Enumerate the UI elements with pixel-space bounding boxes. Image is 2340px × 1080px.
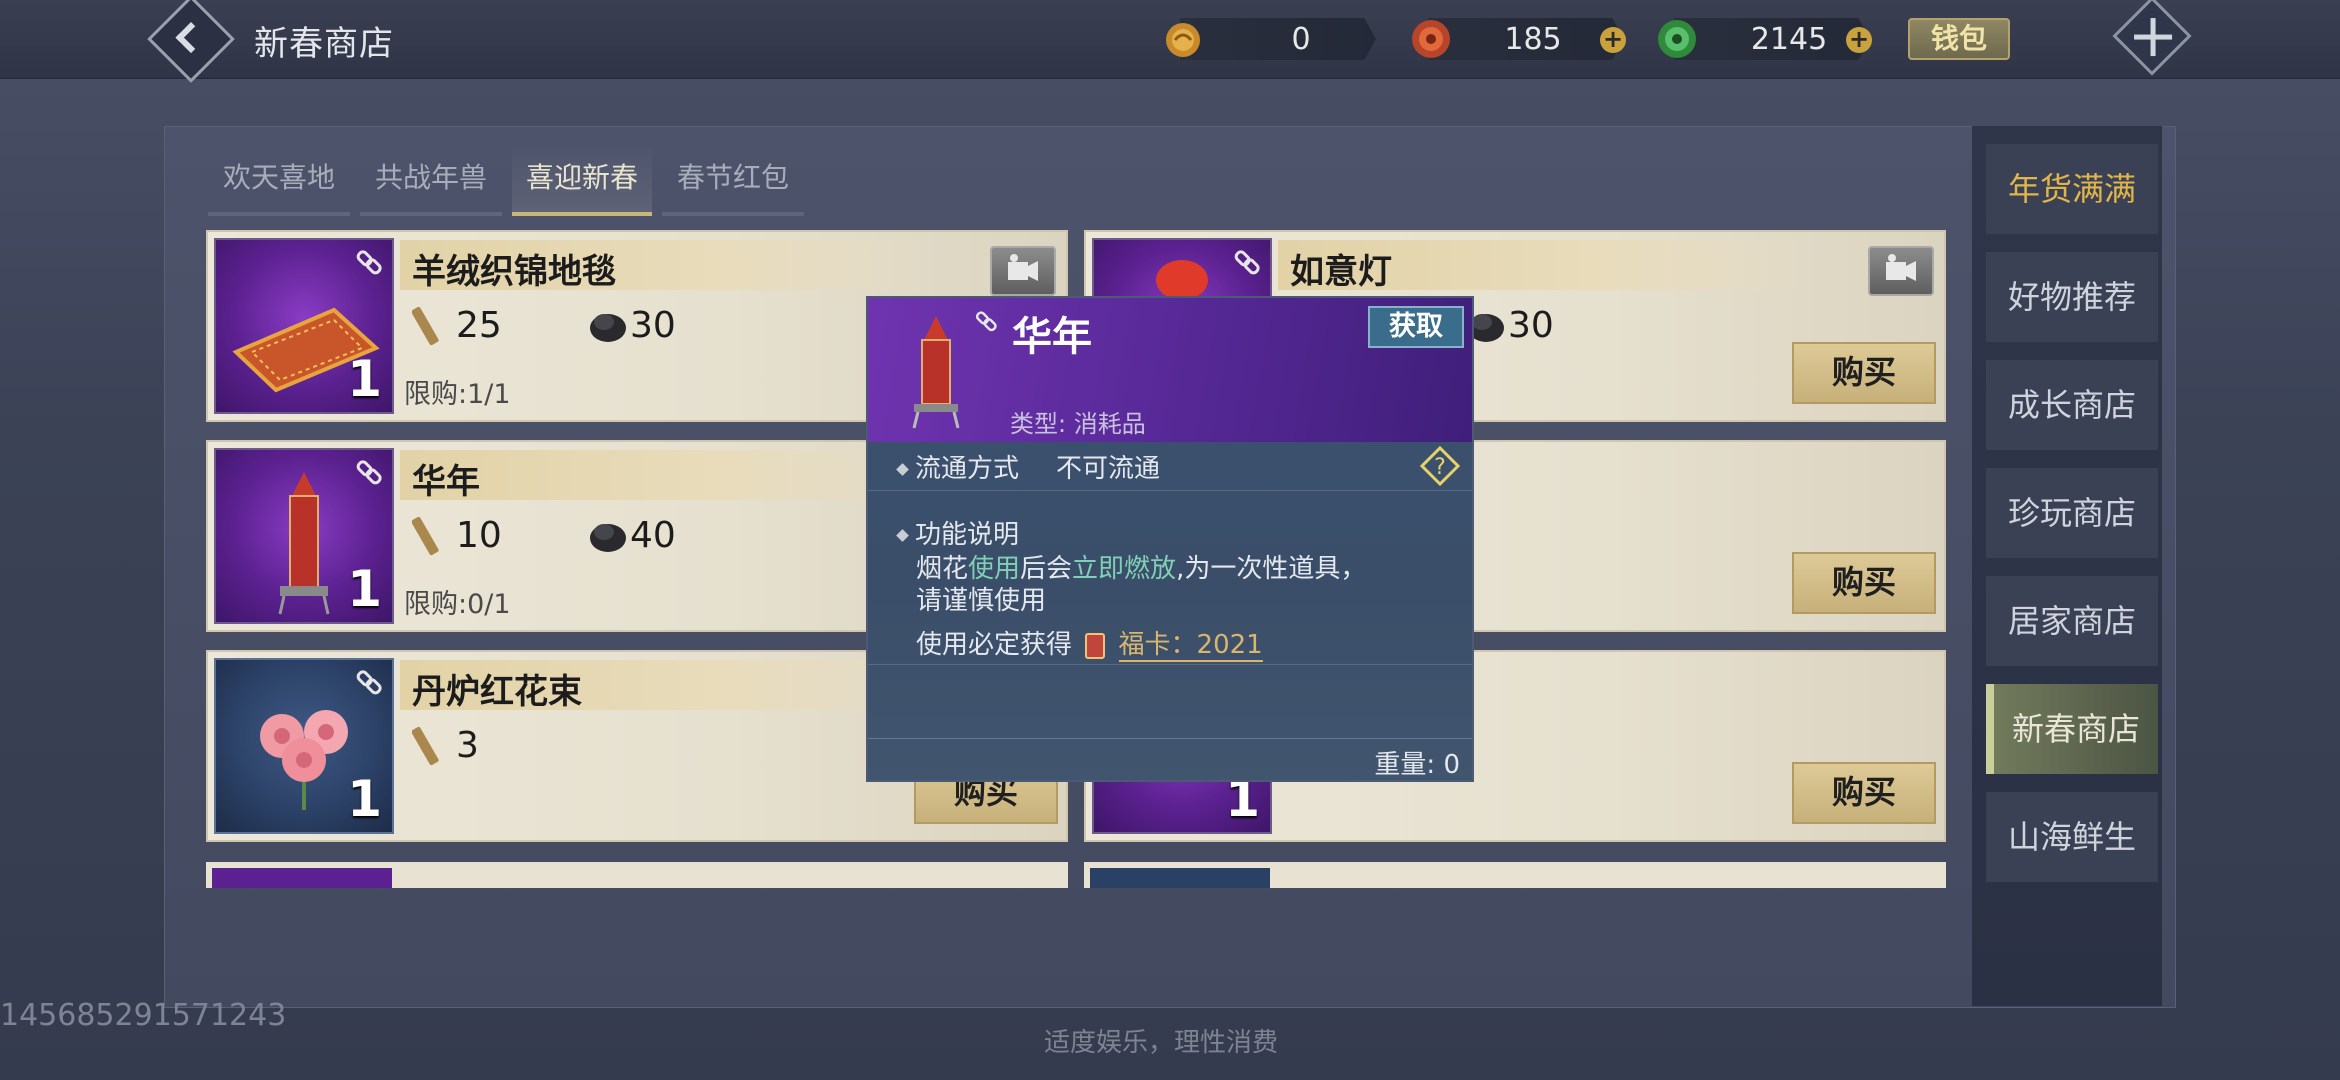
- close-icon[interactable]: [2112, 0, 2192, 76]
- currency-gold-value: 0: [1291, 22, 1311, 57]
- item-quantity: 1: [347, 770, 382, 828]
- currency-red: 185 +: [1408, 16, 1638, 62]
- sidebar-item-1[interactable]: 好物推荐: [1986, 252, 2158, 342]
- add-red-currency-button[interactable]: +: [1600, 27, 1626, 53]
- tab-1[interactable]: 共战年兽: [360, 140, 502, 216]
- back-button[interactable]: [147, 0, 235, 83]
- item-quantity: 1: [347, 350, 382, 408]
- link-icon: [356, 250, 382, 275]
- sidebar-item-5[interactable]: 新春商店: [1986, 684, 2158, 774]
- currency-jade-value: 2145: [1750, 22, 1828, 57]
- tab-3[interactable]: 春节红包: [662, 140, 804, 216]
- red-coin-icon: [1412, 20, 1450, 58]
- function-description-line2: 请谨慎使用: [916, 586, 1047, 616]
- bullet-icon: [896, 463, 909, 476]
- chevron-left-icon: [175, 22, 207, 54]
- bamboo-token-icon: [412, 516, 439, 556]
- sidebar-item-6[interactable]: 山海鲜生: [1986, 792, 2158, 882]
- bamboo-token-icon: [412, 726, 439, 766]
- camera-icon: [1008, 254, 1038, 281]
- top-bar: 新春商店 0 185 + 2145 + 钱包: [0, 0, 2340, 83]
- popup-header: 华年 获取 类型: 消耗品: [868, 298, 1472, 442]
- video-preview-button[interactable]: [1868, 246, 1934, 296]
- purchase-limit: 限购:0/1: [404, 589, 511, 620]
- item-name: 丹炉红花束: [412, 672, 582, 712]
- sidebar-item-2[interactable]: 成长商店: [1986, 360, 2158, 450]
- fur-icon: [590, 524, 626, 552]
- bamboo-token-icon: [412, 306, 439, 346]
- item-cost-2: 30: [586, 302, 676, 350]
- tab-label: 欢天喜地: [222, 161, 335, 194]
- user-id: 145685291571243: [0, 998, 287, 1033]
- circulation-label: 流通方式: [915, 454, 1020, 484]
- sidebar-item-3[interactable]: 珍玩商店: [1986, 468, 2158, 558]
- footer-tip: 适度娱乐，理性消费: [1044, 1028, 1279, 1058]
- bullet-icon: [896, 529, 909, 542]
- link-icon: [356, 460, 382, 485]
- item-thumbnail: 1: [214, 448, 394, 624]
- shop-item-card-partial[interactable]: [1084, 862, 1946, 888]
- buy-button[interactable]: 购买: [1792, 552, 1936, 614]
- obtain-button[interactable]: 获取: [1368, 306, 1464, 348]
- svg-text:?: ?: [1434, 455, 1446, 480]
- video-preview-button[interactable]: [990, 246, 1056, 296]
- item-name: 羊绒织锦地毯: [412, 252, 616, 292]
- circulation-row: 流通方式 不可流通 ?: [868, 444, 1472, 491]
- circulation-value: 不可流通: [1056, 454, 1161, 484]
- item-cost-2: 30: [1464, 302, 1554, 350]
- item-thumbnail: 1: [214, 238, 394, 414]
- item-type: 类型: 消耗品: [1010, 410, 1146, 438]
- tab-2[interactable]: 喜迎新春: [512, 140, 652, 216]
- help-icon[interactable]: ?: [1420, 446, 1460, 486]
- item-name: 如意灯: [1290, 252, 1392, 292]
- tab-label: 共战年兽: [374, 161, 487, 194]
- item-cost-1: 10: [412, 512, 502, 560]
- item-weight: 重量: 0: [1374, 750, 1460, 780]
- tab-label: 喜迎新春: [525, 161, 638, 194]
- item-name: 华年: [412, 462, 480, 502]
- item-cost-1: 3: [412, 722, 479, 770]
- item-cost-1: 25: [412, 302, 502, 350]
- jade-coin-icon: [1658, 20, 1696, 58]
- popup-title: 华年: [1012, 314, 1092, 360]
- currency-red-value: 185: [1504, 22, 1562, 57]
- item-thumbnail: 1: [214, 658, 394, 834]
- gold-ingot-icon: [1166, 23, 1200, 57]
- sidebar-item-4[interactable]: 居家商店: [1986, 576, 2158, 666]
- purchase-limit: 限购:1/1: [404, 379, 511, 410]
- fur-icon: [590, 314, 626, 342]
- currency-jade: 2145 +: [1654, 16, 1884, 62]
- tab-0[interactable]: 欢天喜地: [208, 140, 350, 216]
- camera-icon: [1886, 254, 1916, 281]
- item-quantity: 1: [347, 560, 382, 618]
- buy-button[interactable]: 购买: [1792, 762, 1936, 824]
- shop-item-card-partial[interactable]: [206, 862, 1068, 888]
- link-icon: [975, 311, 997, 332]
- page-title: 新春商店: [254, 24, 394, 64]
- firework-rocket-icon: [912, 316, 960, 429]
- link-icon: [356, 670, 382, 695]
- buy-button[interactable]: 购买: [1792, 342, 1936, 404]
- guarantee-item-link[interactable]: 福卡：2021: [1118, 630, 1263, 662]
- guarantee-row: 使用必定获得 福卡：2021: [916, 630, 1263, 662]
- add-jade-currency-button[interactable]: +: [1846, 27, 1872, 53]
- item-detail-popup: 华年 获取 类型: 消耗品 流通方式 不可流通 ? 功能说明 烟花使用后会立即燃…: [866, 296, 1474, 782]
- link-icon: [1234, 250, 1260, 275]
- function-label: 功能说明: [915, 520, 1020, 550]
- sidebar-item-0[interactable]: 年货满满: [1986, 144, 2158, 234]
- item-cost-2: 40: [586, 512, 676, 560]
- card-icon: [1085, 632, 1106, 659]
- tab-label: 春节红包: [676, 161, 789, 194]
- currency-gold: 0: [1160, 16, 1380, 62]
- wallet-button[interactable]: 钱包: [1908, 18, 2010, 60]
